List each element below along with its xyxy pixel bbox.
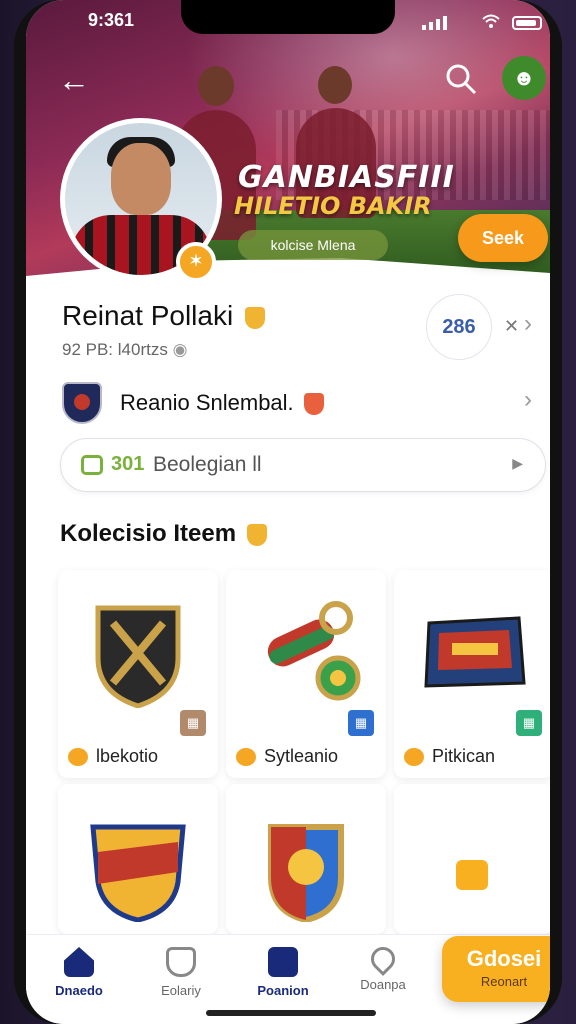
fire-badge-icon xyxy=(303,393,324,416)
hero-pill[interactable]: kolcise Mlena xyxy=(238,230,388,260)
team-crest-icon xyxy=(62,382,102,424)
search-icon[interactable] xyxy=(444,62,478,96)
item-label-row: Sytleanio xyxy=(236,746,338,767)
home-indicator xyxy=(206,1010,376,1016)
item-tag-icon: ▦ xyxy=(348,710,374,736)
signal-icon xyxy=(422,16,447,30)
cta-subtitle: Reonart xyxy=(480,974,528,989)
item-card[interactable] xyxy=(58,784,218,934)
play-arrow-icon: ▶ xyxy=(512,455,523,471)
trophy-scroll-icon xyxy=(267,601,361,701)
nav-label: Doanpa xyxy=(360,977,406,992)
player-name: Reinat Pollaki xyxy=(62,300,234,331)
collection-pill[interactable]: 301 Beolegian ll ▶ xyxy=(60,438,546,492)
club-crest-icon xyxy=(90,824,186,922)
verified-badge-icon: ✶ xyxy=(176,242,216,282)
item-badge-icon xyxy=(68,748,88,767)
phone-frame: 9:361 ← ☻ ✶ GANBIASFIII HILETIO BAKIR ko… xyxy=(14,0,562,1024)
chevron-right-icon[interactable]: › xyxy=(524,386,532,414)
controller-icon xyxy=(81,455,103,475)
count-circle[interactable]: 286 xyxy=(426,294,492,360)
nav-item-position[interactable]: Poanion xyxy=(238,947,328,998)
item-label-row: Pitkican xyxy=(404,746,495,767)
player-head xyxy=(198,66,234,106)
nav-item-map[interactable]: Doanpa xyxy=(338,942,428,992)
nav-item-home[interactable]: Dnaedo xyxy=(34,947,124,998)
chevron-right-icon[interactable]: › xyxy=(524,310,532,338)
item-badge-icon xyxy=(404,748,424,767)
status-bar: 9:361 xyxy=(26,6,550,36)
item-card[interactable]: ▦ lbekotio xyxy=(58,570,218,778)
player-meta: 92 PB: l40rtzs ◉ xyxy=(62,340,187,360)
user-avatar-icon[interactable]: ☻ xyxy=(502,56,546,100)
nav-label: Poanion xyxy=(257,983,309,998)
item-card[interactable]: ▦ Pitkican xyxy=(394,570,550,778)
back-arrow-icon[interactable]: ← xyxy=(58,62,94,98)
item-card[interactable] xyxy=(394,784,550,934)
striped-shield-icon xyxy=(268,824,344,922)
item-card[interactable]: ▦ Sytleanio xyxy=(226,570,386,778)
face xyxy=(111,143,171,215)
gold-shield-icon xyxy=(246,523,267,546)
player-name-row: Reinat Pollaki xyxy=(62,300,265,332)
section-title-text: Kolecisio Iteem xyxy=(60,520,237,547)
battery-icon xyxy=(512,16,542,30)
team-name: Reanio Snlembal. xyxy=(120,390,294,415)
close-icon[interactable]: ✕ xyxy=(504,316,519,337)
tag-icon xyxy=(268,947,298,977)
app-screen: 9:361 ← ☻ ✶ GANBIASFIII HILETIO BAKIR ko… xyxy=(26,0,550,1024)
status-time: 9:361 xyxy=(88,10,135,30)
placeholder-icon xyxy=(456,860,488,890)
shield-icon xyxy=(166,947,196,977)
cta-button[interactable]: Gdosei Reonart xyxy=(442,936,550,1002)
item-label-row: lbekotio xyxy=(68,746,158,767)
wifi-icon xyxy=(482,14,500,28)
gold-shield-icon xyxy=(244,306,265,329)
seek-button[interactable]: Seek xyxy=(458,214,548,262)
player-head xyxy=(318,66,352,104)
cta-title: Gdosei xyxy=(466,946,542,971)
home-icon xyxy=(64,947,94,977)
item-label: lbekotio xyxy=(96,746,159,766)
section-title: Kolecisio Iteem xyxy=(60,520,267,548)
location-pin-icon xyxy=(366,942,400,976)
nav-label: Eolariy xyxy=(161,983,201,998)
player-meta-text: 92 PB: l40rtzs xyxy=(62,340,168,359)
item-label: Pitkican xyxy=(432,746,496,766)
item-tag-icon: ▦ xyxy=(516,710,542,736)
nav-label: Dnaedo xyxy=(55,983,103,998)
pill-text: Beolegian ll xyxy=(153,453,262,476)
item-label: Sytleanio xyxy=(264,746,339,766)
crossed-swords-shield-icon xyxy=(95,605,181,708)
item-badge-icon xyxy=(236,748,256,767)
nav-item-gallery[interactable]: Eolariy xyxy=(136,947,226,998)
hero-title: GANBIASFIII xyxy=(238,160,455,195)
banner-pillow-icon xyxy=(424,616,526,688)
item-tag-icon: ▦ xyxy=(180,710,206,736)
team-row[interactable]: Reanio Snlembal. xyxy=(120,390,324,416)
info-icon: ◉ xyxy=(172,340,188,359)
item-card[interactable] xyxy=(226,784,386,934)
hero-subtitle: HILETIO BAKIR xyxy=(234,192,432,220)
pill-number: 301 xyxy=(111,453,145,475)
